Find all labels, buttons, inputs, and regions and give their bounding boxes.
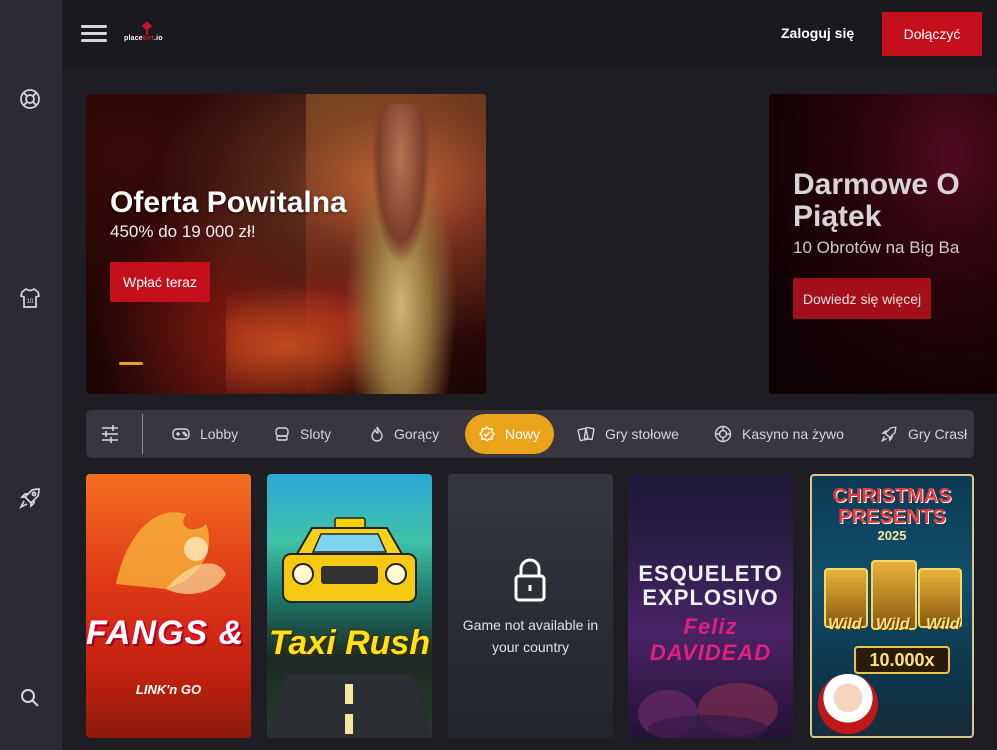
lock-icon — [514, 558, 546, 602]
wild-label: Wild — [926, 616, 960, 633]
svg-text:10: 10 — [27, 299, 34, 305]
search-icon[interactable] — [18, 686, 42, 710]
logo-mark-icon — [142, 21, 152, 35]
game-title: FANGS & FIRE — [86, 614, 251, 652]
filter-sliders-icon[interactable] — [100, 424, 120, 444]
tab-label: Nowy — [505, 426, 541, 442]
multiplier-badge: 10.000x — [854, 646, 950, 674]
banner-subtitle: 450% do 19 000 zł! — [110, 222, 256, 241]
tab-crash-games[interactable]: Gry Crasł — [880, 414, 967, 454]
game-subtitle: Feliz DAVIDEAD — [649, 614, 772, 665]
game-year: 2025 — [877, 528, 907, 543]
game-tile-esqueleto-explosivo[interactable]: ESQUELETO EXPLOSIVO Feliz DAVIDEAD — [628, 474, 793, 738]
tab-label: Lobby — [200, 426, 239, 442]
login-link[interactable]: Zaloguj się — [781, 25, 854, 41]
left-rail: 10 — [0, 0, 62, 750]
tab-label: Gry Crasł — [908, 426, 968, 442]
tab-label: Sloty — [300, 426, 332, 442]
banner-subtitle: 10 Obrotów na Big Ba — [793, 238, 960, 257]
game-tile-locked[interactable]: Game not available in your country — [448, 474, 613, 738]
welcome-offer-banner[interactable]: Oferta Powitalna 450% do 19 000 zł! Wpła… — [86, 94, 486, 394]
game-tile-taxi-rush[interactable]: Taxi Rush — [267, 474, 432, 738]
free-spins-banner[interactable]: Darmowe O Piątek 10 Obrotów na Big Ba Dow… — [769, 94, 997, 394]
game-title: ESQUELETO EXPLOSIVO — [638, 561, 783, 610]
tab-new[interactable]: Nowy — [465, 414, 555, 454]
category-bar: Lobby Sloty Gorący Nowy Gry stołowe Kasy… — [86, 410, 974, 458]
tab-label: Kasyno na żywo — [742, 426, 844, 442]
taxi-car-art — [282, 517, 417, 603]
game-title: CHRISTMAS PRESENTS — [832, 485, 952, 528]
learn-more-button[interactable]: Dowiedz się więcej — [793, 278, 931, 319]
carousel-indicator[interactable] — [119, 362, 143, 365]
top-bar: placebet.io Zaloguj się Dołączyć — [62, 0, 997, 69]
banner-title: Darmowe O Piątek — [793, 168, 960, 233]
flame-icon — [371, 426, 383, 442]
site-logo[interactable]: placebet.io — [124, 21, 184, 47]
divider — [142, 414, 143, 454]
cards-icon — [577, 426, 595, 442]
gamepad-icon — [172, 428, 190, 440]
deposit-now-button[interactable]: Wpłać teraz — [110, 262, 210, 302]
rocket-icon[interactable] — [18, 486, 42, 510]
wild-label: Wild — [828, 616, 862, 633]
road-art — [267, 674, 432, 738]
roulette-icon — [714, 425, 732, 443]
wild-label: Wild — [876, 616, 910, 633]
crowd-art — [638, 683, 778, 738]
tab-table-games[interactable]: Gry stołowe — [577, 414, 679, 454]
lifebuoy-icon[interactable] — [18, 87, 42, 111]
tab-label: Gorący — [394, 426, 440, 442]
banner-title: Oferta Powitalna — [110, 186, 347, 219]
join-button[interactable]: Dołączyć — [882, 12, 982, 56]
tab-hot[interactable]: Gorący — [370, 414, 439, 454]
jersey-icon[interactable]: 10 — [18, 286, 42, 310]
santa-art — [818, 674, 878, 734]
unavailable-message: Game not available in your country — [462, 617, 599, 655]
tab-label: Gry stołowe — [605, 426, 679, 442]
dragon-tiger-art — [116, 512, 226, 594]
tab-live-casino[interactable]: Kasyno na żywo — [714, 414, 844, 454]
hamburger-menu-icon[interactable] — [81, 25, 107, 45]
game-tile-christmas-presents[interactable]: CHRISTMAS PRESENTS 2025 Wild Wild Wild 1… — [810, 474, 974, 738]
game-tile-fangs-fire[interactable]: FANGS & FIRE LINK'n GO — [86, 474, 251, 738]
rocket-icon — [880, 426, 897, 443]
game-title: Taxi Rush — [268, 624, 431, 662]
new-badge-icon — [479, 426, 495, 442]
tab-slots[interactable]: Sloty — [274, 414, 331, 454]
tab-lobby[interactable]: Lobby — [172, 414, 238, 454]
slot-machine-icon — [275, 427, 289, 441]
game-subtitle: LINK'n GO — [135, 682, 202, 697]
logo-text: placebet.io — [124, 35, 163, 42]
banner-model-image — [336, 104, 466, 394]
